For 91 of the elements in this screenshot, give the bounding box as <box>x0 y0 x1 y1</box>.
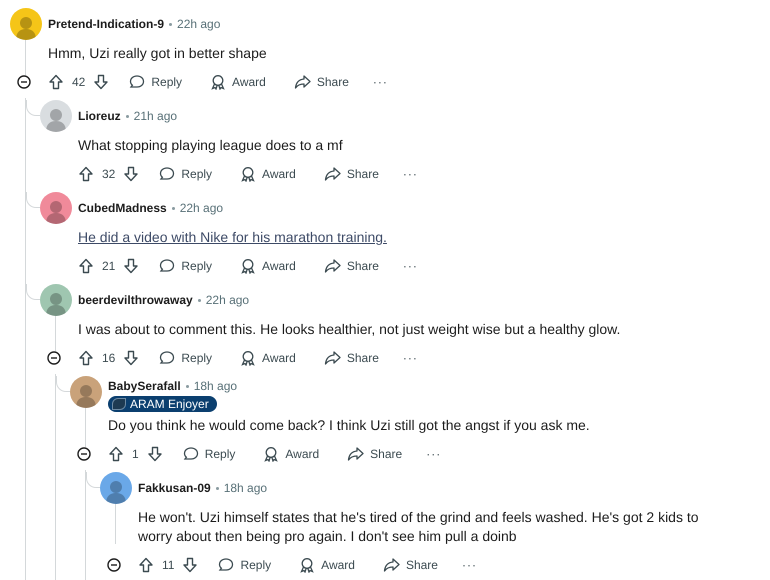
more-options-button[interactable]: ··· <box>396 342 424 374</box>
share-arrow-icon <box>294 74 311 90</box>
share-button[interactable]: Share <box>318 342 385 374</box>
share-arrow-icon <box>347 446 364 462</box>
reply-button[interactable]: Reply <box>153 158 218 190</box>
more-options-button[interactable]: ··· <box>396 250 424 282</box>
speech-bubble-icon <box>182 446 199 462</box>
downvote-icon[interactable] <box>182 557 198 573</box>
comment-link[interactable]: He did a video with Nike for his marathon training. <box>78 228 712 247</box>
username-link[interactable]: CubedMadness <box>78 199 167 217</box>
award-button[interactable]: Award <box>257 438 326 470</box>
award-icon <box>263 446 280 462</box>
award-icon <box>299 557 316 573</box>
timestamp: 22h ago <box>177 16 220 33</box>
more-options-button[interactable]: ··· <box>396 158 424 190</box>
upvote-icon[interactable] <box>78 166 94 182</box>
username-link[interactable]: BabySerafall <box>108 377 181 395</box>
award-icon <box>210 74 226 90</box>
speech-bubble-icon <box>159 350 176 366</box>
share-button[interactable]: Share <box>376 549 444 580</box>
reply-button[interactable]: Reply <box>176 438 242 470</box>
timestamp: 22h ago <box>180 200 224 217</box>
collapse-icon[interactable] <box>77 447 91 461</box>
vote-count: 42 <box>72 74 86 91</box>
downvote-icon[interactable] <box>123 350 140 366</box>
timestamp: 18h ago <box>194 378 238 395</box>
collapse-icon[interactable] <box>17 75 31 89</box>
share-arrow-icon <box>324 350 341 366</box>
vote-count: 21 <box>102 258 116 275</box>
downvote-icon[interactable] <box>123 166 140 182</box>
comment-text: I was about to comment this. He looks healthier, not just weight wise but a healthy glow. <box>78 320 622 339</box>
avatar-icon[interactable] <box>40 192 72 224</box>
award-button[interactable]: Award <box>234 158 302 190</box>
share-arrow-icon <box>324 258 341 274</box>
username-link[interactable]: Lioreuz <box>78 107 121 125</box>
downvote-icon[interactable] <box>123 258 140 274</box>
timestamp: 21h ago <box>134 108 178 125</box>
more-options-button[interactable]: ··· <box>366 66 394 98</box>
award-button[interactable]: Award <box>234 342 302 374</box>
upvote-icon[interactable] <box>138 557 154 573</box>
avatar-icon[interactable] <box>10 8 42 40</box>
award-icon <box>240 258 256 274</box>
share-button[interactable]: Share <box>318 250 385 282</box>
award-button[interactable]: Award <box>234 250 302 282</box>
vote-count: 1 <box>132 446 139 463</box>
share-button[interactable]: Share <box>341 438 408 470</box>
avatar-icon[interactable] <box>40 284 72 316</box>
user-flair: ARAM Enjoyer <box>108 396 217 412</box>
share-button[interactable]: Share <box>288 66 355 98</box>
downvote-icon[interactable] <box>93 74 110 90</box>
reply-button[interactable]: Reply <box>123 66 188 98</box>
award-icon <box>240 166 256 182</box>
username-link[interactable]: Pretend-Indication-9 <box>48 15 164 33</box>
share-arrow-icon <box>324 166 341 182</box>
comment-text: What stopping playing league does to a mf <box>78 136 344 155</box>
timestamp: 22h ago <box>206 292 250 309</box>
leaf-icon <box>112 398 126 410</box>
thread-line <box>85 408 86 448</box>
award-icon <box>240 350 256 366</box>
comment-text: Hmm, Uzi really got in better shape <box>48 44 268 63</box>
share-button[interactable]: Share <box>318 158 385 190</box>
timestamp: 18h ago <box>224 480 268 497</box>
collapse-icon[interactable] <box>47 351 61 365</box>
more-options-button[interactable]: ··· <box>420 438 448 470</box>
comment-text: Do you think he would come back? I think Uzi still got the angst if you ask me. <box>108 416 591 435</box>
collapse-icon[interactable] <box>107 558 121 572</box>
share-arrow-icon <box>382 557 400 573</box>
upvote-icon[interactable] <box>78 350 94 366</box>
reply-button[interactable]: Reply <box>153 250 218 282</box>
upvote-icon[interactable] <box>48 74 64 90</box>
avatar-icon[interactable] <box>100 472 132 504</box>
username-link[interactable]: beerdevilthrowaway <box>78 291 193 309</box>
downvote-icon[interactable] <box>146 446 163 462</box>
vote-count: 16 <box>102 350 116 367</box>
speech-bubble-icon <box>218 557 234 573</box>
upvote-icon[interactable] <box>108 446 124 462</box>
award-button[interactable]: Award <box>293 549 361 580</box>
award-button[interactable]: Award <box>204 66 272 98</box>
username-link[interactable]: Fakkusan-09 <box>138 479 211 497</box>
speech-bubble-icon <box>159 258 176 274</box>
upvote-icon[interactable] <box>78 258 94 274</box>
comment-text: He won't. Uzi himself states that he's tired of the grind and feels washed. He's got 2 kids to worry about then being pro again. I don't see him pull a doinb <box>138 508 700 546</box>
vote-count: 11 <box>162 557 174 574</box>
reply-button[interactable]: Reply <box>153 342 218 374</box>
thread-line <box>115 504 116 544</box>
more-options-button[interactable]: ··· <box>456 549 483 580</box>
avatar-icon[interactable] <box>70 376 102 408</box>
vote-count: 32 <box>102 166 116 183</box>
reply-button[interactable]: Reply <box>212 549 278 580</box>
speech-bubble-icon <box>159 166 176 182</box>
speech-bubble-icon <box>129 74 146 90</box>
